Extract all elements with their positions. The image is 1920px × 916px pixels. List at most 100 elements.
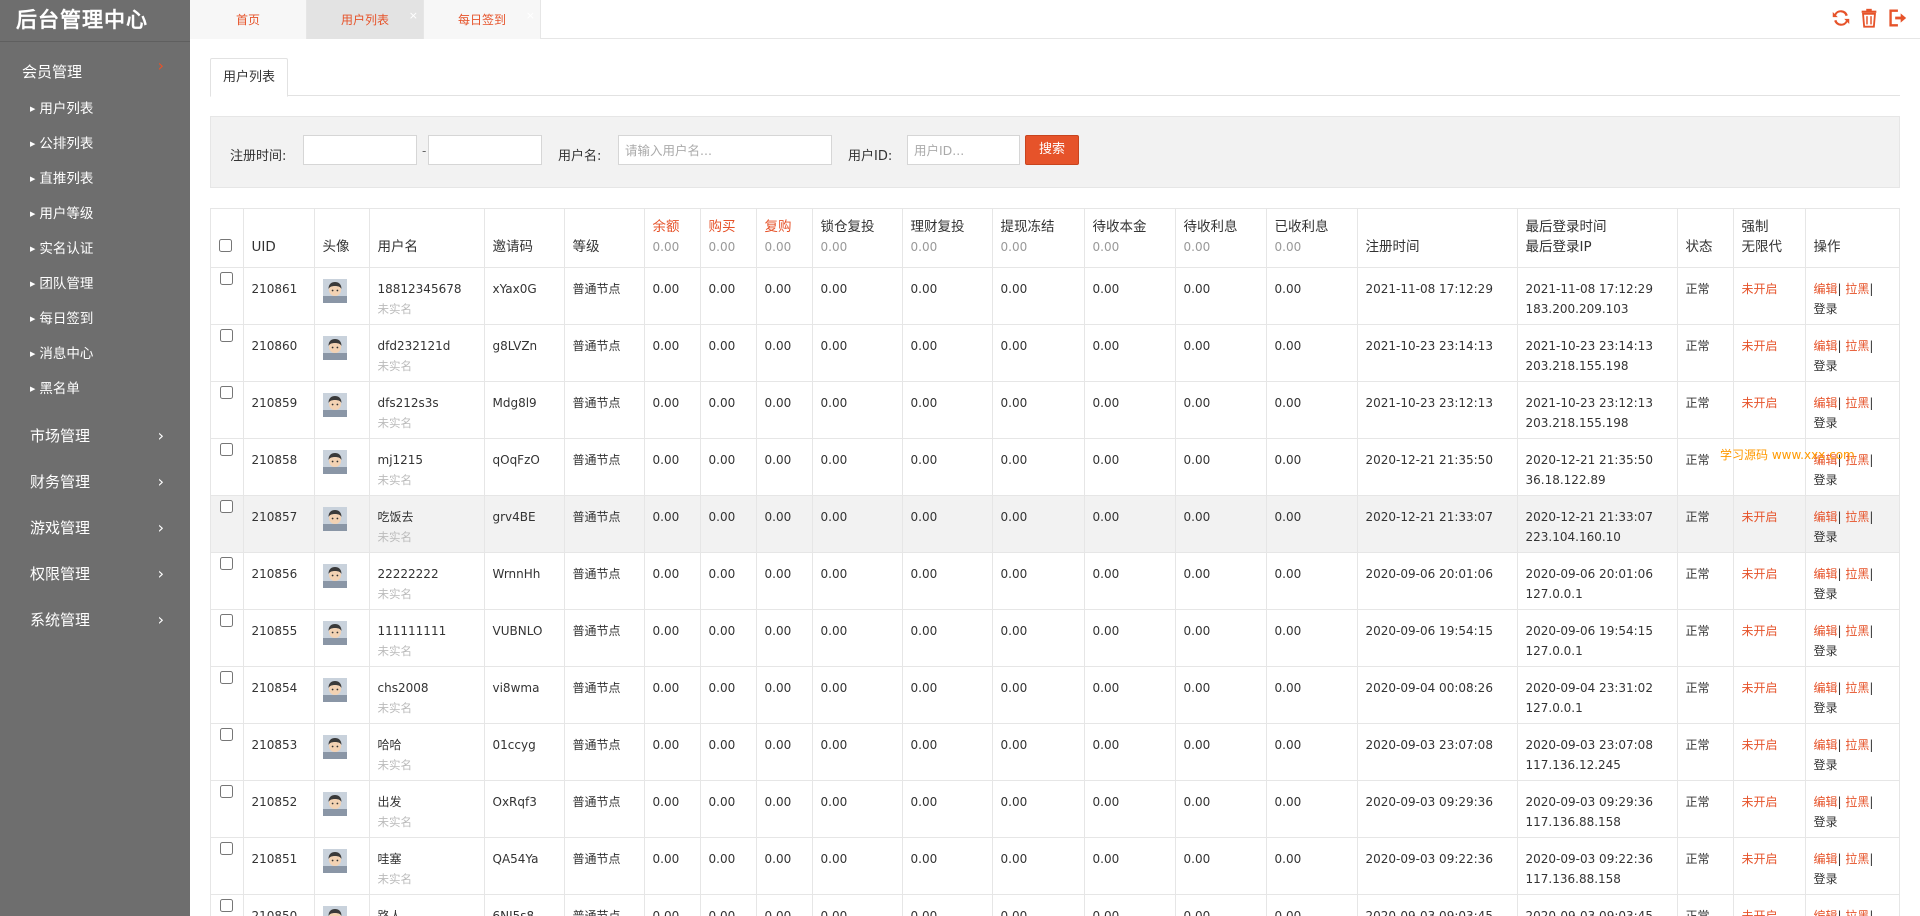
amount-cell: 0.00 [1084, 381, 1176, 439]
menu-group-header[interactable]: 财务管理 › [0, 459, 190, 505]
row-checkbox[interactable] [220, 841, 234, 855]
login-link[interactable]: 登录 [1814, 299, 1892, 319]
row-checkbox[interactable] [220, 385, 234, 399]
edit-link[interactable]: 编辑 [1814, 567, 1838, 581]
amount-cell: 0.00 [1266, 381, 1358, 439]
sidebar-item[interactable]: ▶ 公排列表 [0, 127, 190, 162]
last-login-time: 2020-12-21 21:35:50 [1525, 452, 1653, 467]
last-login-cell: 2021-10-23 23:12:13 203.218.155.198 [1517, 381, 1678, 439]
edit-link[interactable]: 编辑 [1814, 282, 1838, 296]
avatar [322, 791, 347, 816]
row-checkbox[interactable] [220, 328, 234, 342]
login-link[interactable]: 登录 [1814, 755, 1892, 775]
sidebar-item[interactable]: ▶ 消息中心 [0, 337, 190, 372]
tab-user-list[interactable]: 用户列表 [210, 58, 289, 97]
sidebar-item[interactable]: ▶ 团队管理 [0, 267, 190, 302]
sidebar-item-label: 团队管理 [39, 276, 94, 292]
username-label: 用户名: [558, 149, 602, 164]
avatar [322, 563, 347, 588]
login-link[interactable]: 登录 [1814, 869, 1892, 889]
edit-link[interactable]: 编辑 [1814, 510, 1838, 524]
refresh-icon[interactable] [1830, 6, 1852, 30]
edit-link[interactable]: 编辑 [1814, 681, 1838, 695]
invite-code-cell: 01ccyg [484, 723, 565, 781]
row-checkbox[interactable] [220, 670, 234, 684]
menu-group-header[interactable]: 会员管理 › [0, 42, 190, 92]
reg-time-start-input[interactable] [303, 135, 417, 165]
edit-link[interactable]: 编辑 [1814, 852, 1838, 866]
menu-group-header[interactable]: 市场管理 › [0, 413, 190, 459]
login-link[interactable]: 登录 [1814, 584, 1892, 604]
force-cell: 未开启 [1733, 552, 1806, 610]
block-link[interactable]: 拉黑 [1845, 909, 1869, 916]
select-all-checkbox[interactable] [219, 238, 232, 252]
sidebar-item[interactable]: ▶ 实名认证 [0, 232, 190, 267]
top-tab-bar: 首页 用户列表 × 每日签到 × [190, 0, 1920, 39]
login-link[interactable]: 登录 [1814, 812, 1892, 832]
block-link[interactable]: 拉黑 [1845, 282, 1869, 296]
edit-link[interactable]: 编辑 [1814, 339, 1838, 353]
login-link[interactable]: 登录 [1814, 356, 1892, 376]
block-link[interactable]: 拉黑 [1845, 681, 1869, 695]
block-link[interactable]: 拉黑 [1845, 624, 1869, 638]
edit-link[interactable]: 编辑 [1814, 396, 1838, 410]
login-link[interactable]: 登录 [1814, 470, 1892, 490]
login-link[interactable]: 登录 [1814, 527, 1892, 547]
row-checkbox[interactable] [220, 556, 234, 570]
logout-icon[interactable] [1886, 6, 1908, 30]
level-cell: 普通节点 [564, 438, 645, 496]
edit-link[interactable]: 编辑 [1814, 624, 1838, 638]
row-checkbox[interactable] [220, 784, 234, 798]
row-checkbox[interactable] [220, 442, 234, 456]
top-actions [1830, 6, 1908, 30]
table-row: 210851 哇塞 未实名 QA54Ya 普通节点 0.00 0.00 0.00 0.00 0.0… [211, 837, 1899, 895]
block-link[interactable]: 拉黑 [1845, 510, 1869, 524]
menu-group: 游戏管理 › [0, 505, 190, 551]
close-icon[interactable]: × [409, 0, 418, 36]
block-link[interactable]: 拉黑 [1845, 567, 1869, 581]
sidebar-item[interactable]: ▶ 黑名单 [0, 372, 190, 407]
realname-status: 未实名 [377, 643, 413, 658]
login-link[interactable]: 登录 [1814, 641, 1892, 661]
row-checkbox[interactable] [220, 613, 234, 627]
login-link[interactable]: 登录 [1814, 698, 1892, 718]
edit-link[interactable]: 编辑 [1814, 795, 1838, 809]
top-tab[interactable]: 每日签到 × [424, 0, 541, 39]
top-tab[interactable]: 用户列表 × [307, 0, 424, 39]
close-icon[interactable]: × [526, 0, 535, 36]
trash-icon[interactable] [1858, 6, 1880, 30]
block-link[interactable]: 拉黑 [1845, 396, 1869, 410]
username-input[interactable] [618, 135, 832, 165]
sidebar-item[interactable]: ▶ 用户等级 [0, 197, 190, 232]
menu-group: 会员管理 › ▶ 用户列表 ▶ 公排列表 ▶ 直推列表 ▶ 用户等级 ▶ 实名认证 ▶ 团队管理 ▶ 每日签到… [0, 42, 190, 413]
edit-link[interactable]: 编辑 [1814, 909, 1838, 916]
sidebar-item[interactable]: ▶ 直推列表 [0, 162, 190, 197]
username-cell: 111111111 未实名 [369, 609, 485, 667]
top-tab[interactable]: 首页 [190, 0, 307, 39]
uid-input[interactable] [907, 135, 1020, 165]
block-link[interactable]: 拉黑 [1845, 852, 1869, 866]
sidebar-item[interactable]: ▶ 每日签到 [0, 302, 190, 337]
block-link[interactable]: 拉黑 [1845, 738, 1869, 752]
reg-time-end-input[interactable] [428, 135, 542, 165]
amount-cell: 0.00 [756, 324, 813, 382]
menu-group-header[interactable]: 系统管理 › [0, 597, 190, 643]
login-link[interactable]: 登录 [1814, 413, 1892, 433]
row-checkbox[interactable] [220, 727, 234, 741]
table-row: 210852 出发 未实名 OxRqf3 普通节点 0.00 0.00 0.00 0.00 0.0… [211, 780, 1899, 838]
edit-link[interactable]: 编辑 [1814, 738, 1838, 752]
amount-cell: 0.00 [902, 837, 993, 895]
row-checkbox[interactable] [220, 499, 234, 513]
block-link[interactable]: 拉黑 [1845, 339, 1869, 353]
amount-cell: 0.00 [1175, 609, 1267, 667]
search-button[interactable]: 搜索 [1025, 135, 1079, 165]
sidebar-item[interactable]: ▶ 用户列表 [0, 92, 190, 127]
col-pending-interest: 待收利息 0.00 [1175, 209, 1267, 268]
menu-group-header[interactable]: 游戏管理 › [0, 505, 190, 551]
row-checkbox[interactable] [220, 898, 234, 912]
block-link[interactable]: 拉黑 [1845, 795, 1869, 809]
amount-cell: 0.00 [992, 837, 1085, 895]
menu-group-header[interactable]: 权限管理 › [0, 551, 190, 597]
row-checkbox[interactable] [220, 271, 234, 285]
row-select-cell [211, 495, 244, 553]
